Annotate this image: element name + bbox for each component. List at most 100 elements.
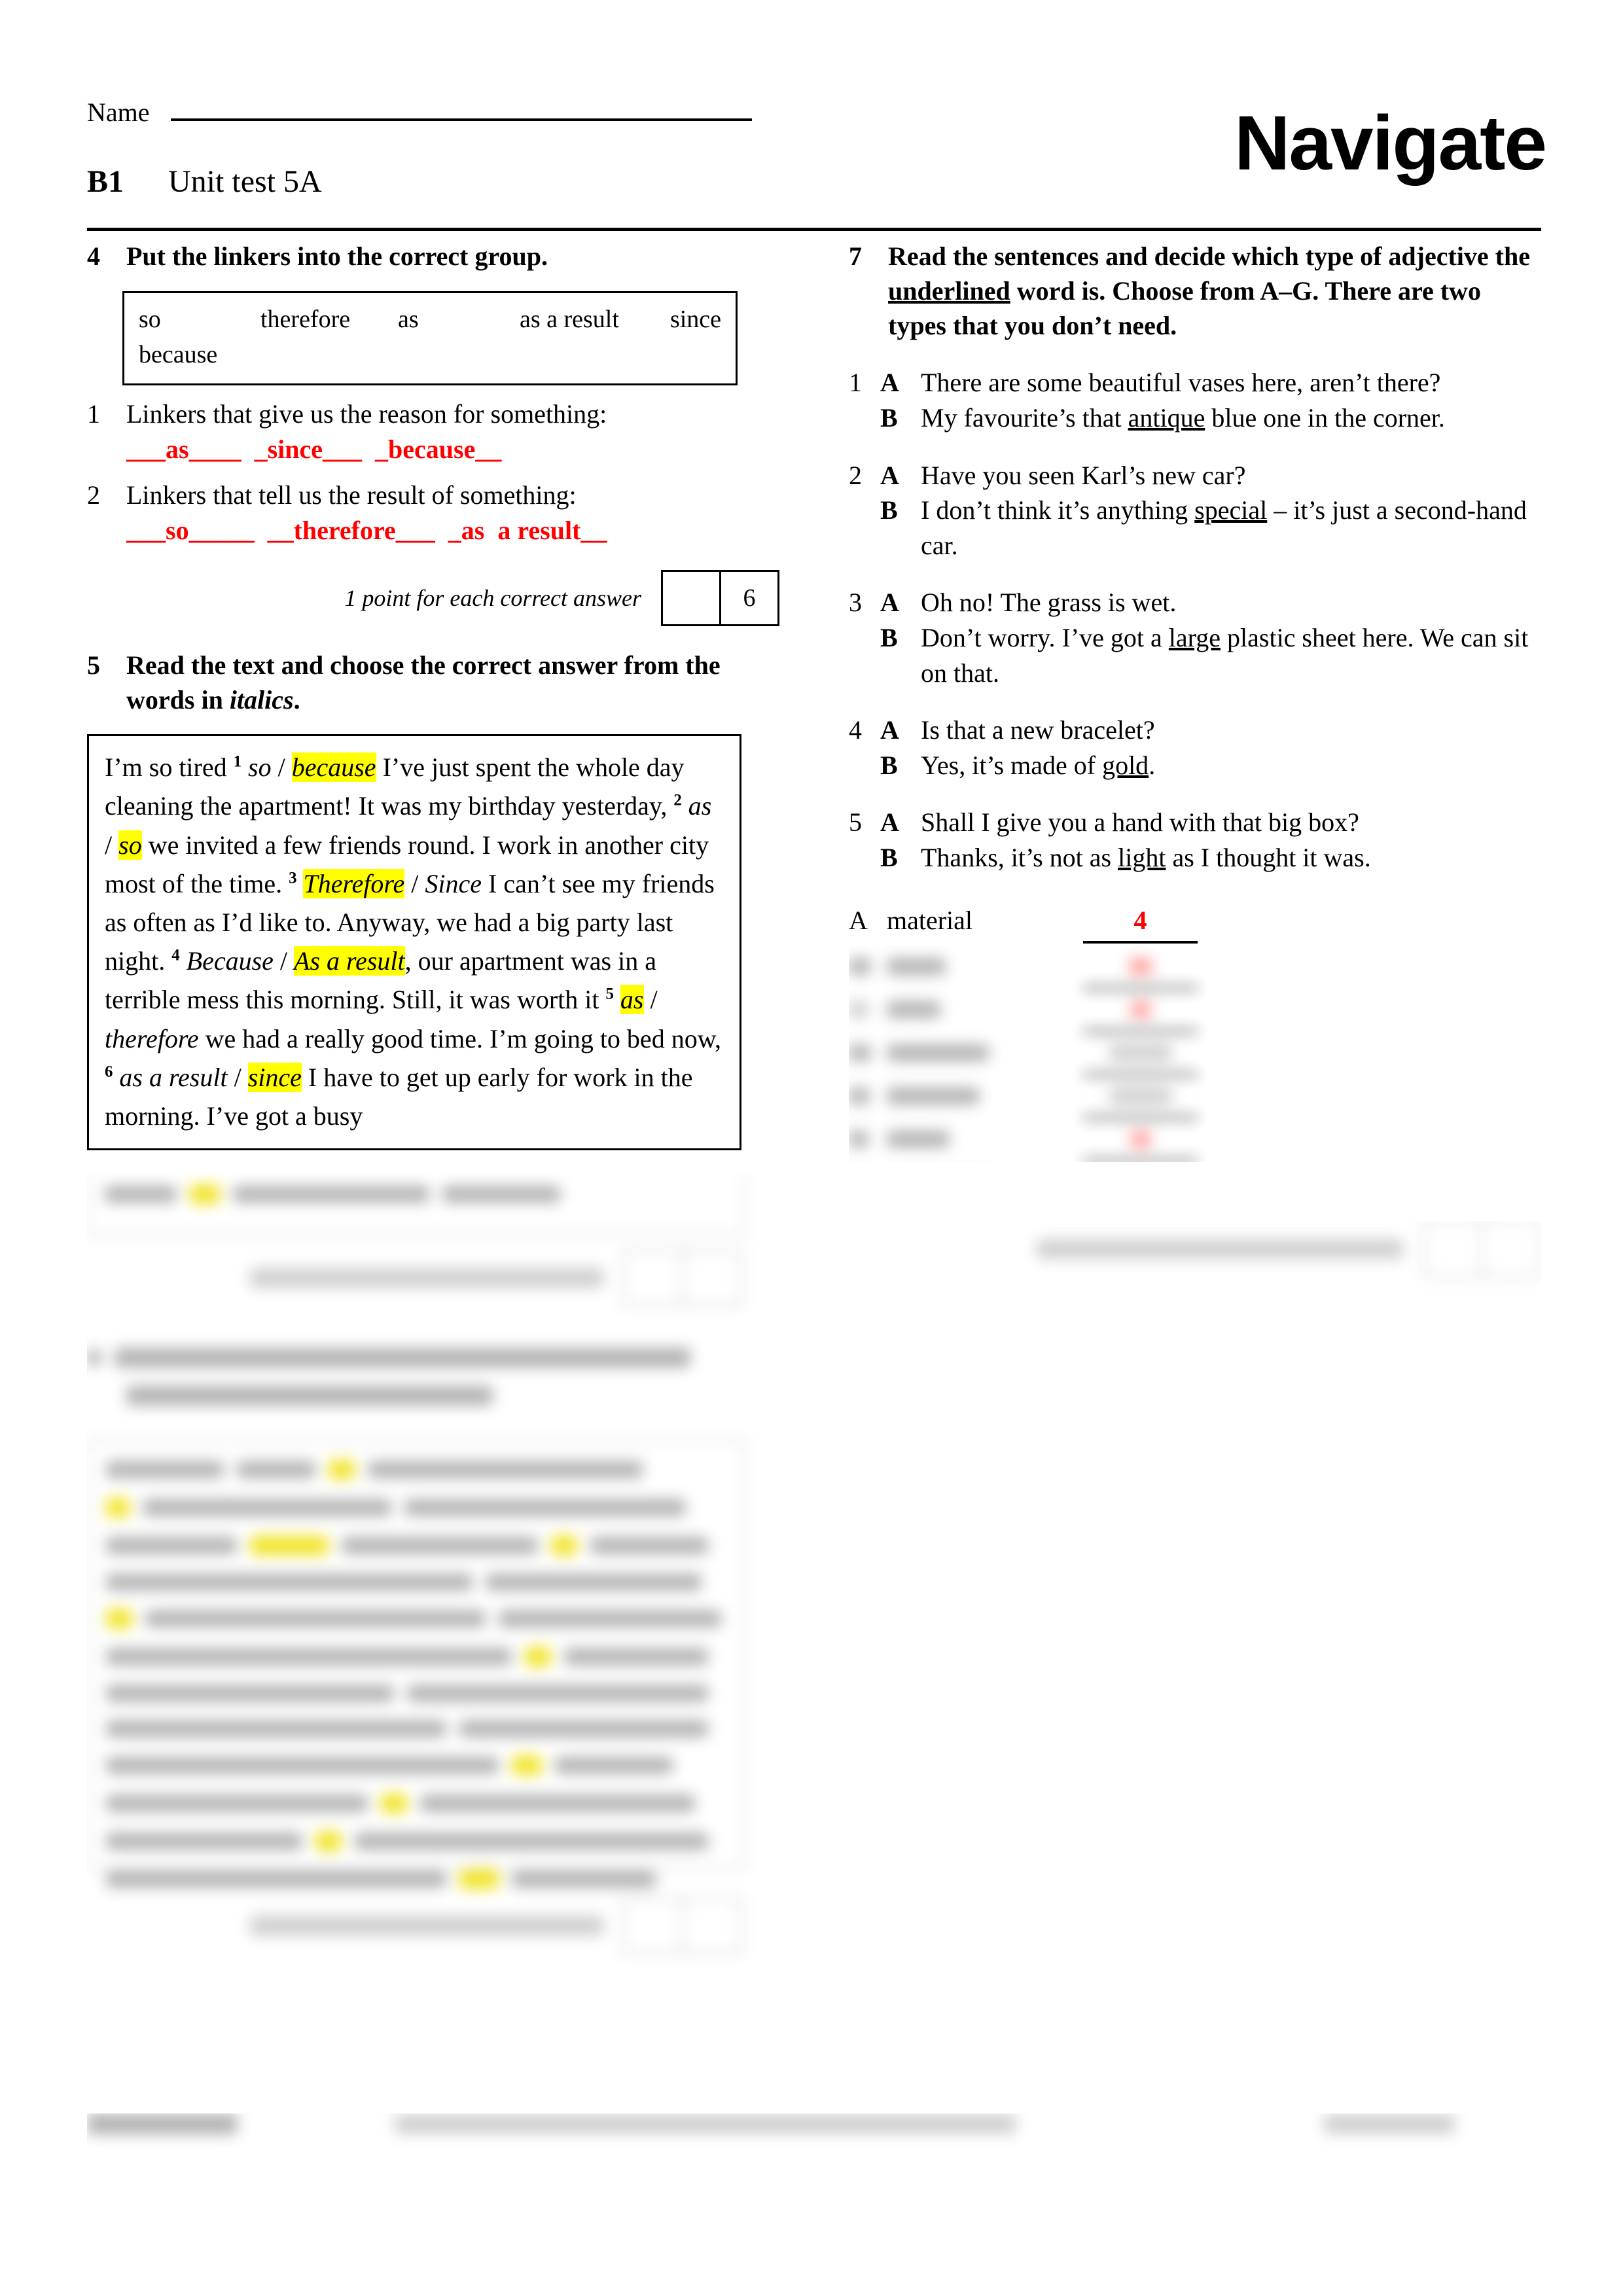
dialogue-group: 4 A Is that a new bracelet? B Yes, it’s made… <box>849 713 1541 783</box>
dialogue-number: 1 <box>849 368 862 398</box>
exercise-4-score-strip: 1 point for each correct answer 6 <box>87 569 779 626</box>
dialogue-text: My favourite’s that antique blue one in … <box>921 400 1541 436</box>
name-label: Name <box>87 97 150 127</box>
item-number: 1 <box>87 398 100 429</box>
option-word: as a result <box>119 1062 228 1092</box>
sentence-before: Yes, it’s made of <box>921 750 1103 780</box>
word-bank-item-so: so <box>139 305 161 333</box>
sentence-after: as I thought it was. <box>1166 842 1371 872</box>
speaker-label: B <box>880 750 898 780</box>
score-input-cell[interactable] <box>663 572 719 624</box>
body-text: / <box>271 752 292 783</box>
option-word: as <box>688 791 712 821</box>
dialogue-line: 5 A Shall I give you a hand with that big … <box>849 805 1541 840</box>
option-word: material <box>887 905 973 935</box>
dialogue-group: 5 A Shall I give you a hand with that big … <box>849 805 1541 875</box>
sentence-before: I don’t think it’s anything <box>921 495 1195 525</box>
obscured-exercise-7-score-strip <box>849 1220 1541 1319</box>
item-number: 2 <box>87 480 100 510</box>
highlighted-answer: so <box>118 830 142 860</box>
underlined-adjective: light <box>1118 842 1166 872</box>
option-marker: 5 <box>605 985 614 1004</box>
exercise-4-number: 4 <box>87 241 100 271</box>
level-badge: B1 <box>87 164 124 199</box>
dialogue-number: 3 <box>849 588 862 618</box>
underlined-adjective: antique <box>1128 402 1205 433</box>
underlined-adjective: gold <box>1102 750 1149 780</box>
dialogue-text: Have you seen Karl’s new car? <box>921 458 1541 493</box>
option-answer-blank[interactable]: 4 <box>1083 900 1198 944</box>
dialogue-text: Oh no! The grass is wet. <box>921 585 1541 620</box>
dialogue-line: B I don’t think it’s anything special – i… <box>849 493 1541 563</box>
dialogue-line: 1 A There are some beautiful vases here, a… <box>849 365 1541 400</box>
item-prompt: Linkers that tell us the result of somet… <box>126 480 577 510</box>
dialogue-group: 3 A Oh no! The grass is wet. B Don’t worry. … <box>849 585 1541 690</box>
highlighted-answer: Therefore <box>303 868 405 898</box>
body-text <box>296 869 303 898</box>
highlighted-answer: since <box>247 1062 302 1092</box>
dialogue-number: 5 <box>849 807 862 838</box>
body-text <box>614 985 620 1014</box>
answer-line-1[interactable]: ___as____ _since___ _because__ <box>126 433 607 467</box>
sentence-before: Thanks, it’s not as <box>921 842 1118 872</box>
word-bank-item-as: as <box>397 305 419 333</box>
exercise-7-number: 7 <box>849 241 862 271</box>
exercise-4-item-2: 2 Linkers that tell us the result of som… <box>87 478 779 548</box>
dialogue-text: Thanks, it’s not as light as I thought i… <box>921 840 1541 875</box>
option-marker: 6 <box>105 1063 113 1081</box>
answer-line-2[interactable]: ___so_____ __therefore___ _as a result__ <box>126 514 607 548</box>
dialogue-text: Shall I give you a hand with that big bo… <box>921 805 1541 840</box>
option-row-a: A material 4 <box>849 900 1541 944</box>
speaker-label: B <box>880 495 898 525</box>
speaker-label: A <box>880 715 899 745</box>
exercise-7-dialogues: 1 A There are some beautiful vases here, a… <box>849 365 1541 875</box>
body-text <box>113 1063 119 1092</box>
dialogue-text: Is that a new bracelet? <box>921 713 1541 748</box>
navigate-logo: Navigate <box>1234 100 1547 186</box>
exercise-4-item-1: 1 Linkers that give us the reason for so… <box>87 397 779 467</box>
name-field-row: Name <box>87 99 752 126</box>
exercise-5: 5 Read the text and choose the correct a… <box>87 648 779 1151</box>
underlined-adjective: special <box>1194 495 1268 525</box>
speaker-label: A <box>880 460 899 490</box>
dialogue-number: 2 <box>849 460 862 490</box>
page-title: Unit test 5A <box>168 164 322 199</box>
exercise-7-instruction: Read the sentences and decide which type… <box>888 241 1530 340</box>
option-word: so <box>248 752 272 783</box>
sentence-before: Don’t worry. I’ve got a <box>921 622 1169 652</box>
score-label: 1 point for each correct answer <box>344 584 641 611</box>
worksheet-page: Name B1 Unit test 5A Navigate 4 Put the … <box>0 0 1623 2296</box>
dialogue-line: 4 A Is that a new bracelet? <box>849 713 1541 748</box>
option-marker: 1 <box>233 752 242 771</box>
sentence-before: Shall I give you a hand with that big bo… <box>921 807 1359 838</box>
option-word: Because <box>186 946 274 976</box>
exercise-4-heading: 4 Put the linkers into the correct group… <box>87 239 779 274</box>
left-column: 4 Put the linkers into the correct group… <box>87 239 779 1151</box>
body-text: / <box>227 1062 248 1092</box>
option-marker: 3 <box>289 869 297 887</box>
sentence-before: Oh no! The grass is wet. <box>921 588 1177 618</box>
exercise-4: 4 Put the linkers into the correct group… <box>87 239 779 626</box>
exercise-7-option-list: A material 4 <box>849 900 1541 1162</box>
highlighted-answer: As a result <box>294 946 405 976</box>
sentence-after: blue one in the corner. <box>1205 402 1445 433</box>
sentence-after: . <box>1149 750 1156 780</box>
dialogue-number <box>849 840 880 875</box>
speaker-label: A <box>880 588 899 618</box>
option-marker: 2 <box>673 792 682 810</box>
word-bank-box: so therefore as as a result since becaus… <box>122 291 738 385</box>
right-column: 7 Read the sentences and decide which ty… <box>849 239 1541 1319</box>
dialogue-group: 2 A Have you seen Karl’s new car? B I don’t … <box>849 458 1541 563</box>
dialogue-number <box>849 493 880 563</box>
dialogue-text: There are some beautiful vases here, are… <box>921 365 1541 400</box>
name-write-line[interactable] <box>170 118 752 121</box>
body-text: / <box>404 868 425 898</box>
body-text: / <box>273 946 294 976</box>
speaker-label: B <box>880 842 898 872</box>
body-text: / <box>105 830 119 860</box>
exercise-5-reading-text: I’m so tired 1 so / because I’ve just sp… <box>87 734 741 1151</box>
dialogue-line: B Thanks, it’s not as light as I thought … <box>849 840 1541 875</box>
sentence-before: Have you seen Karl’s new car? <box>921 460 1246 490</box>
header-divider <box>87 228 1541 231</box>
dialogue-number <box>849 748 880 783</box>
